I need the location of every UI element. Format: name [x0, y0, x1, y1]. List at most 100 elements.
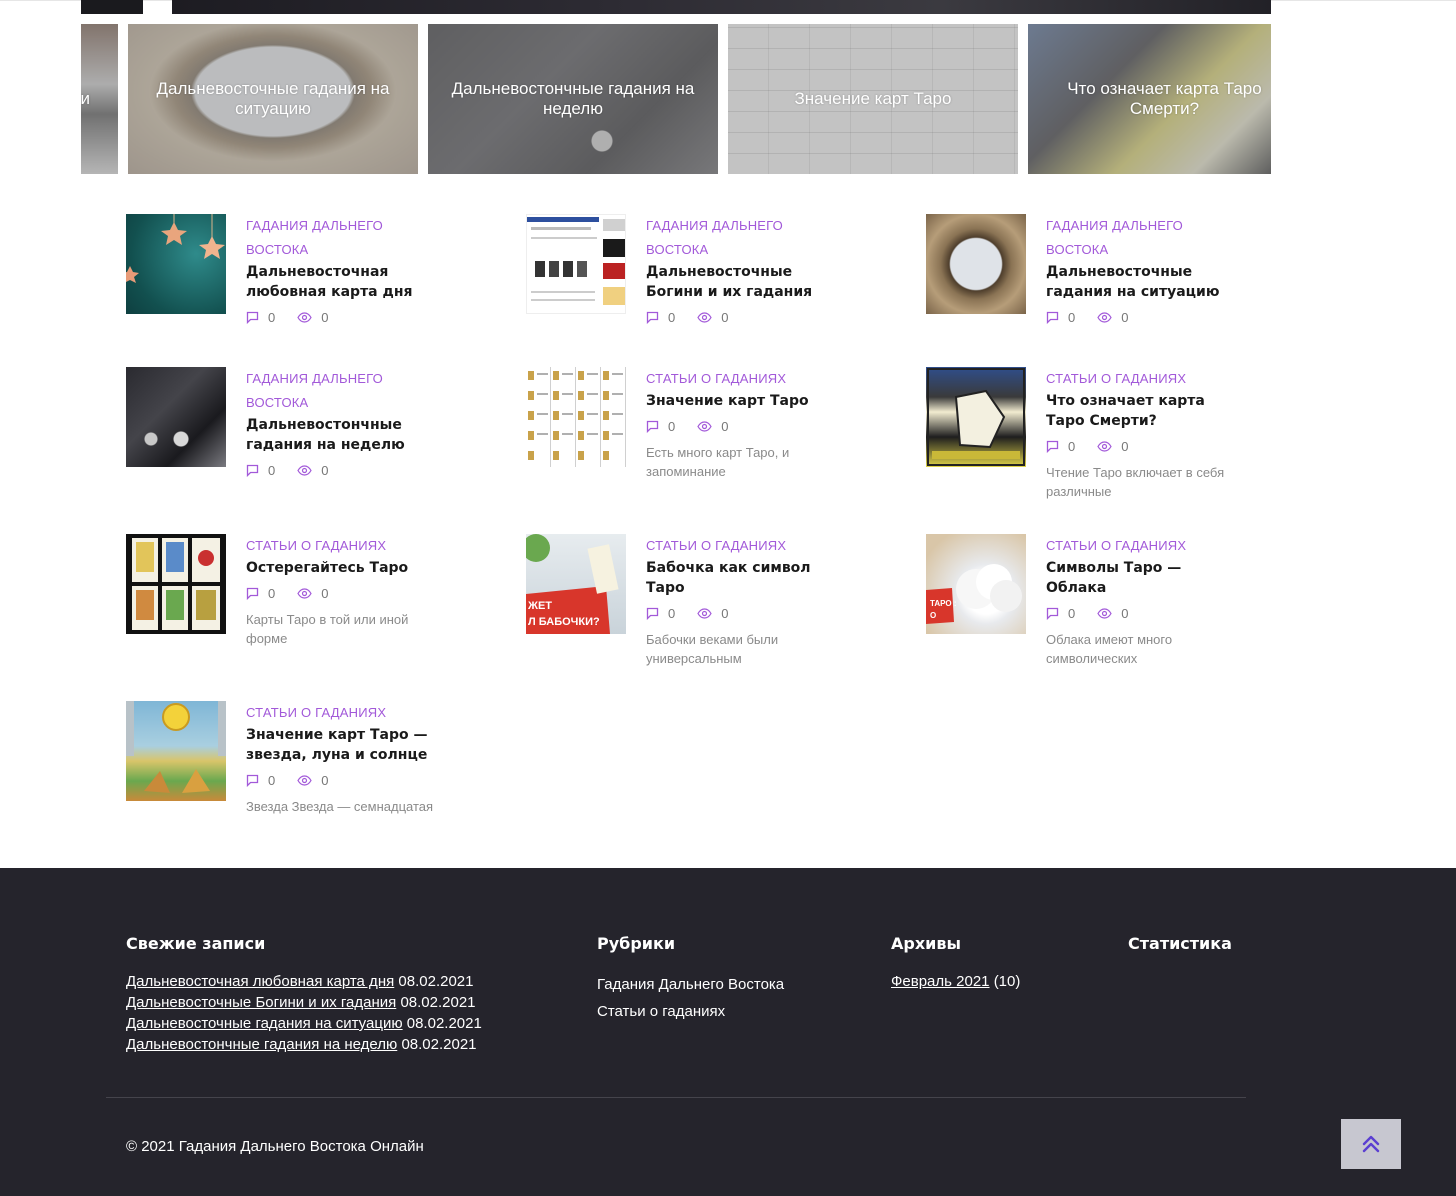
- comment-icon: [646, 420, 659, 433]
- recent-post-link[interactable]: Дальневосточные Богини и их гадания: [126, 994, 396, 1011]
- copyright: © 2021 Гадания Дальнего Востока Онлайн: [126, 1138, 424, 1155]
- post-thumbnail[interactable]: [126, 701, 226, 801]
- clouds-image-icon: ТАРО : О: [926, 564, 1022, 624]
- eye-icon: [297, 311, 312, 323]
- header-image-strip: [81, 0, 1271, 14]
- recent-post-item: Дальневосточная любовная карта дня 08.02…: [126, 971, 482, 992]
- views-count: 0: [321, 772, 329, 788]
- post-category[interactable]: ГАДАНИЯ ДАЛЬНЕГО ВОСТОКА: [1046, 214, 1236, 262]
- comments-count: 0: [268, 462, 276, 478]
- post-excerpt: Бабочки веками были универсальным: [646, 632, 779, 666]
- butterfly-image-icon: ЖЕТ Л БАБОЧКИ?: [526, 534, 619, 634]
- post-thumbnail[interactable]: [926, 367, 1026, 467]
- category-link[interactable]: Гадания Дальнего Востока: [597, 971, 784, 998]
- post-excerpt: Чтение Таро включает в себя различные: [1046, 465, 1225, 499]
- post-thumbnail[interactable]: [526, 367, 626, 467]
- comment-icon: [1046, 440, 1059, 453]
- slide-caption: Значение карт Таро: [794, 89, 952, 108]
- post-title[interactable]: Дальневосточная любовная карта дня: [246, 262, 436, 302]
- death-card-image-icon: [927, 368, 1025, 466]
- slide-tarot-meaning[interactable]: Значение карт Таро: [728, 24, 1018, 174]
- comments-count: 0: [1068, 309, 1076, 325]
- views-count: 0: [321, 585, 329, 601]
- post-category[interactable]: СТАТЬИ О ГАДАНИЯХ: [1046, 367, 1236, 391]
- post-title[interactable]: Символы Таро — Облака: [1046, 558, 1236, 598]
- recent-post-link[interactable]: Дальневостончные гадания на неделю: [126, 1036, 397, 1053]
- slide-caption: Что означает карта Таро Смерти?: [1067, 79, 1262, 118]
- slide-death-card[interactable]: Что означает карта Таро Смерти?: [1028, 24, 1271, 174]
- post-title[interactable]: Дальневосточные Богини и их гадания: [646, 262, 836, 302]
- post-thumbnail[interactable]: ТАРО : О: [926, 534, 1026, 634]
- views-count: 0: [721, 309, 729, 325]
- post-category[interactable]: ГАДАНИЯ ДАЛЬНЕГО ВОСТОКА: [246, 214, 436, 262]
- recent-post-link[interactable]: Дальневосточная любовная карта дня: [126, 973, 394, 990]
- screenshot-image-icon: [527, 217, 625, 305]
- comments-count: 0: [268, 772, 276, 788]
- views-count: 0: [721, 418, 729, 434]
- archive-item: Февраль 2021 (10): [891, 971, 1020, 992]
- eye-icon: [1097, 311, 1112, 323]
- post-thumbnail[interactable]: [926, 214, 1026, 314]
- post-meta: 0 0: [646, 308, 836, 326]
- eye-icon: [697, 607, 712, 619]
- widget-heading: Статистика: [1128, 934, 1232, 953]
- slide-caption: и: [81, 89, 90, 108]
- slide-week[interactable]: Дальневостончные гадания на неделю: [428, 24, 718, 174]
- post-category[interactable]: СТАТЬИ О ГАДАНИЯХ: [246, 701, 436, 725]
- post-title[interactable]: Значение карт Таро: [646, 391, 836, 411]
- double-chevron-up-icon: [1362, 1135, 1380, 1153]
- post-excerpt: Карты Таро в той или иной форме: [246, 612, 409, 646]
- post-title[interactable]: Дальневостончные гадания на неделю: [246, 415, 436, 455]
- comment-icon: [246, 464, 259, 477]
- post-title[interactable]: Дальневосточные гадания на ситуацию: [1046, 262, 1236, 302]
- post-title[interactable]: Бабочка как символ Таро: [646, 558, 836, 598]
- comments-count: 0: [668, 309, 676, 325]
- post-title[interactable]: Что означает карта Таро Смерти?: [1046, 391, 1236, 431]
- slide-situation[interactable]: Дальневосточные гадания на ситуацию: [128, 24, 418, 174]
- stars-image-icon: [126, 214, 225, 283]
- views-count: 0: [321, 462, 329, 478]
- post-thumbnail[interactable]: [126, 534, 226, 634]
- post-category[interactable]: ГАДАНИЯ ДАЛЬНЕГО ВОСТОКА: [646, 214, 836, 262]
- post-thumbnail[interactable]: [126, 214, 226, 314]
- views-count: 0: [1121, 438, 1129, 454]
- slide-caption: Дальневосточные гадания на ситуацию: [156, 79, 390, 118]
- post-category[interactable]: СТАТЬИ О ГАДАНИЯХ: [646, 367, 836, 391]
- post-category[interactable]: СТАТЬИ О ГАДАНИЯХ: [646, 534, 836, 558]
- header-image-right: [172, 0, 1271, 14]
- post-thumbnail[interactable]: ЖЕТ Л БАБОЧКИ?: [526, 534, 626, 634]
- slide-partial[interactable]: и: [81, 24, 118, 174]
- recent-post-link[interactable]: Дальневосточные гадания на ситуацию: [126, 1015, 403, 1032]
- comments-count: 0: [1068, 605, 1076, 621]
- category-link[interactable]: Статьи о гаданиях: [597, 998, 784, 1025]
- recent-post-date: 08.02.2021: [406, 1015, 482, 1032]
- eye-icon: [297, 464, 312, 476]
- comments-count: 0: [268, 585, 276, 601]
- recent-post-item: Дальневосточные Богини и их гадания 08.0…: [126, 992, 482, 1013]
- scroll-to-top-button[interactable]: [1341, 1119, 1401, 1169]
- post-title[interactable]: Остерегайтесь Таро: [246, 558, 436, 578]
- comments-count: 0: [668, 605, 676, 621]
- post-meta: 0 0: [246, 461, 436, 479]
- sun-card-image-icon: [126, 701, 226, 793]
- widget-heading: Свежие записи: [126, 934, 266, 953]
- post-thumbnail[interactable]: [526, 214, 626, 314]
- widget-heading: Рубрики: [597, 934, 676, 953]
- post-thumbnail[interactable]: [126, 367, 226, 467]
- post-title[interactable]: Значение карт Таро — звезда, луна и солн…: [246, 725, 436, 765]
- tarot-table-image-icon: [528, 371, 623, 460]
- comments-count: 0: [668, 418, 676, 434]
- recent-post-item: Дальневостончные гадания на неделю 08.02…: [126, 1034, 482, 1055]
- post-meta: 0 0: [646, 604, 836, 622]
- post-excerpt: Есть много карт Таро, и запоминание: [646, 445, 790, 479]
- recent-post-date: 08.02.2021: [401, 1036, 477, 1053]
- post-category[interactable]: СТАТЬИ О ГАДАНИЯХ: [246, 534, 436, 558]
- archives-widget: Архивы Февраль 2021 (10): [891, 934, 1020, 992]
- post-category[interactable]: ГАДАНИЯ ДАЛЬНЕГО ВОСТОКА: [246, 367, 436, 415]
- slide-caption: Дальневостончные гадания на неделю: [451, 79, 695, 118]
- eye-icon: [297, 774, 312, 786]
- comment-icon: [1046, 607, 1059, 620]
- post-category[interactable]: СТАТЬИ О ГАДАНИЯХ: [1046, 534, 1236, 558]
- archive-link[interactable]: Февраль 2021: [891, 973, 990, 990]
- featured-slider[interactable]: и Дальневосточные гадания на ситуацию Да…: [81, 24, 1271, 174]
